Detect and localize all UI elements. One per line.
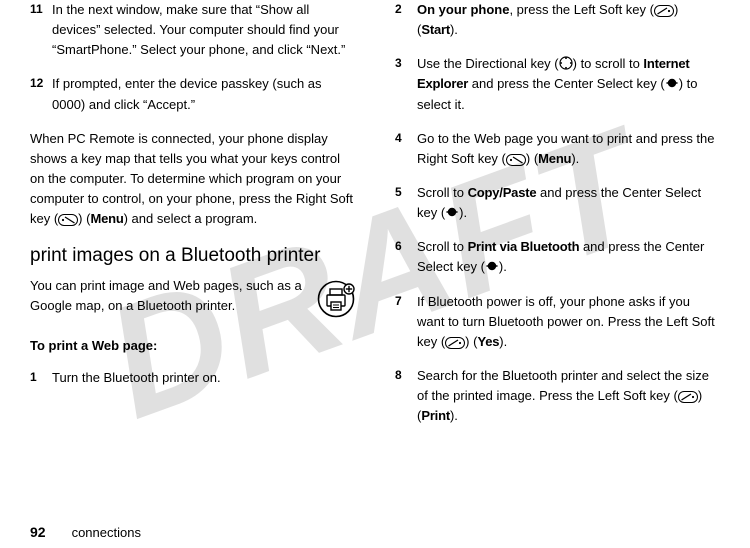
page-footer: 92 connections bbox=[30, 524, 141, 540]
section-heading: print images on a Bluetooth printer bbox=[30, 245, 355, 268]
intro-text: You can print image and Web pages, such … bbox=[30, 276, 307, 316]
start-label: Start bbox=[421, 22, 450, 37]
step-5: 5 Scroll to Copy/Paste and press the Cen… bbox=[395, 183, 720, 223]
pc-remote-paragraph: When PC Remote is connected, your phone … bbox=[30, 129, 355, 230]
menu-label: Menu bbox=[90, 211, 123, 226]
step-body: Turn the Bluetooth printer on. bbox=[52, 368, 355, 388]
step-number: 11 bbox=[30, 0, 52, 19]
step-12: 12 If prompted, enter the device passkey… bbox=[30, 74, 355, 114]
step-number: 5 bbox=[395, 183, 417, 202]
step-number: 7 bbox=[395, 292, 417, 311]
menu-label: Menu bbox=[538, 151, 571, 166]
intro-row: You can print image and Web pages, such … bbox=[30, 276, 355, 324]
printer-feature-icon bbox=[317, 280, 355, 324]
text-fragment: ) ( bbox=[78, 211, 90, 226]
text-fragment: Scroll to bbox=[417, 239, 468, 254]
step-number: 4 bbox=[395, 129, 417, 148]
print-label: Print bbox=[421, 408, 450, 423]
step-number: 3 bbox=[395, 54, 417, 73]
right-column: 2 On your phone, press the Left Soft key… bbox=[395, 0, 720, 512]
text-fragment: ) and select a program. bbox=[124, 211, 258, 226]
page-number: 92 bbox=[30, 524, 46, 540]
text-fragment: ) to scroll to bbox=[573, 56, 644, 71]
text-fragment: ). bbox=[450, 408, 458, 423]
copy-paste-label: Copy/Paste bbox=[468, 185, 537, 200]
center-select-key-icon bbox=[445, 205, 459, 219]
text-fragment: ). bbox=[571, 151, 579, 166]
page-content: 11 In the next window, make sure that “S… bbox=[0, 0, 750, 520]
text-fragment: ) ( bbox=[526, 151, 538, 166]
step-number: 6 bbox=[395, 237, 417, 256]
step-body: Scroll to Print via Bluetooth and press … bbox=[417, 237, 720, 277]
print-via-bluetooth-label: Print via Bluetooth bbox=[468, 239, 580, 254]
step-number: 2 bbox=[395, 0, 417, 19]
step-body: Scroll to Copy/Paste and press the Cente… bbox=[417, 183, 720, 223]
step-body: If Bluetooth power is off, your phone as… bbox=[417, 292, 720, 352]
step-7: 7 If Bluetooth power is off, your phone … bbox=[395, 292, 720, 352]
text-fragment: ). bbox=[450, 22, 458, 37]
left-softkey-icon bbox=[654, 5, 674, 17]
step-11: 11 In the next window, make sure that “S… bbox=[30, 0, 355, 60]
step-body: In the next window, make sure that “Show… bbox=[52, 0, 355, 60]
step-3: 3 Use the Directional key ( ) to scroll t… bbox=[395, 54, 720, 114]
text-fragment: Use the Directional key ( bbox=[417, 56, 559, 71]
step-2: 2 On your phone, press the Left Soft key… bbox=[395, 0, 720, 40]
directional-key-icon bbox=[559, 56, 573, 70]
text-fragment: Scroll to bbox=[417, 185, 468, 200]
left-softkey-icon bbox=[445, 337, 465, 349]
step-body: On your phone, press the Left Soft key (… bbox=[417, 0, 720, 40]
left-softkey-icon bbox=[678, 391, 698, 403]
text-bold: On your phone bbox=[417, 2, 509, 17]
center-select-key-icon bbox=[485, 259, 499, 273]
text-fragment: ). bbox=[499, 334, 507, 349]
text-fragment: Search for the Bluetooth printer and sel… bbox=[417, 368, 709, 403]
step-number: 1 bbox=[30, 368, 52, 387]
text-fragment: , press the Left Soft key ( bbox=[509, 2, 654, 17]
section-name: connections bbox=[72, 525, 141, 540]
step-body: Use the Directional key () to scroll to … bbox=[417, 54, 720, 114]
left-column: 11 In the next window, make sure that “S… bbox=[30, 0, 355, 512]
center-select-key-icon bbox=[665, 76, 679, 90]
step-body: Go to the Web page you want to print and… bbox=[417, 129, 720, 169]
step-1: 1 Turn the Bluetooth printer on. bbox=[30, 368, 355, 388]
step-4: 4 Go to the Web page you want to print a… bbox=[395, 129, 720, 169]
step-8: 8 Search for the Bluetooth printer and s… bbox=[395, 366, 720, 426]
step-body: Search for the Bluetooth printer and sel… bbox=[417, 366, 720, 426]
right-softkey-icon bbox=[58, 214, 78, 226]
yes-label: Yes bbox=[477, 334, 499, 349]
right-softkey-icon bbox=[506, 154, 526, 166]
text-fragment: ) ( bbox=[465, 334, 477, 349]
text-fragment: ). bbox=[459, 205, 467, 220]
text-fragment: ). bbox=[499, 259, 507, 274]
step-6: 6 Scroll to Print via Bluetooth and pres… bbox=[395, 237, 720, 277]
procedure-lead: To print a Web page: bbox=[30, 336, 355, 356]
text-fragment: and press the Center Select key ( bbox=[468, 76, 665, 91]
step-number: 12 bbox=[30, 74, 52, 93]
step-body: If prompted, enter the device passkey (s… bbox=[52, 74, 355, 114]
step-number: 8 bbox=[395, 366, 417, 385]
